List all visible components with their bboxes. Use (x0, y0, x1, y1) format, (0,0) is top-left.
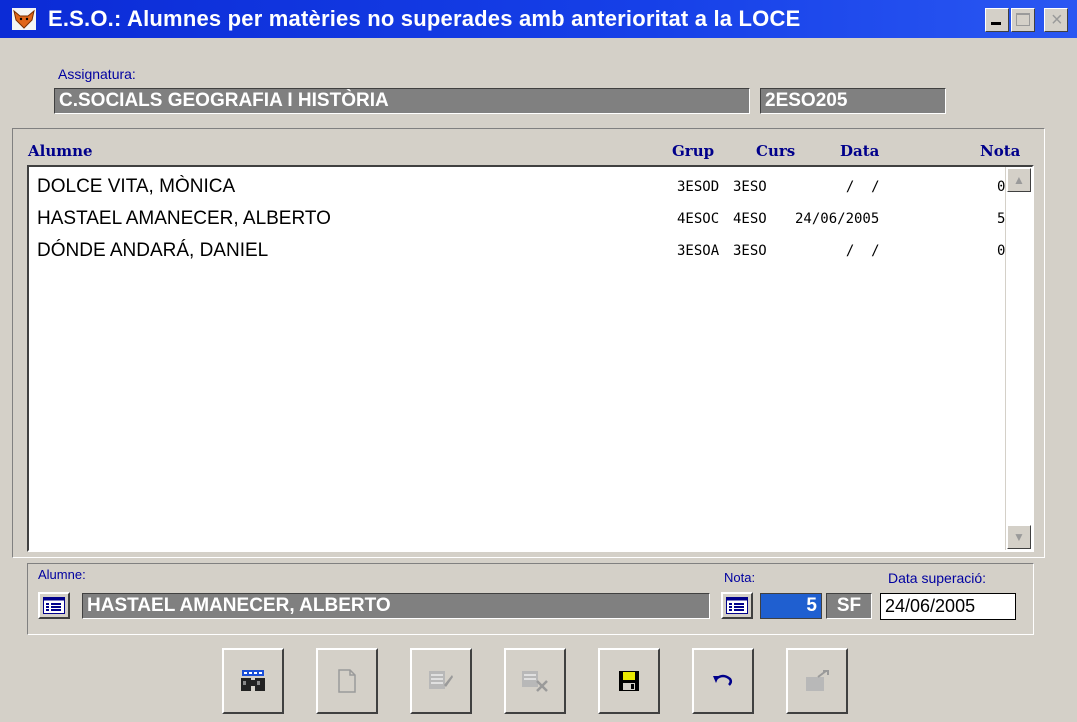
cell-grup: 3ESOD (677, 179, 720, 195)
nota-lookup-button[interactable] (721, 592, 753, 619)
data-superacio-label: Data superació: (888, 570, 987, 586)
maximize-button (1011, 8, 1035, 32)
table-row[interactable]: DÓNDE ANDARÁ, DANIEL 3ESOA 3ESO / / 0 (29, 233, 1009, 265)
new-document-icon (338, 669, 356, 693)
list-icon (726, 597, 748, 614)
students-list[interactable]: DOLCE VITA, MÒNICA 3ESOD 3ESO / / 0 HAST… (27, 165, 1034, 552)
cell-curs: 3ESO (733, 243, 767, 259)
maximize-icon (1016, 13, 1030, 26)
assignatura-name-field: C.SOCIALS GEOGRAFIA I HISTÒRIA (54, 88, 750, 114)
minimize-icon (991, 22, 1001, 25)
table-row[interactable]: DOLCE VITA, MÒNICA 3ESOD 3ESO / / 0 (29, 169, 1009, 201)
fox-app-icon (12, 8, 36, 30)
search-button[interactable] (222, 648, 284, 714)
nota-value-field[interactable]: 5 (760, 593, 822, 619)
cell-data: 24/06/2005 (795, 211, 880, 227)
cell-grup: 4ESOC (677, 211, 720, 227)
new-button (316, 648, 378, 714)
arrow-up-icon: ▲ (1013, 173, 1025, 187)
col-header-data: Data (840, 142, 880, 160)
cell-alumne: HASTAEL AMANECER, ALBERTO (37, 208, 331, 229)
scroll-down-button[interactable]: ▼ (1007, 525, 1031, 549)
col-header-nota: Nota (980, 142, 1021, 160)
binoculars-icon (241, 670, 265, 691)
delete-button (504, 648, 566, 714)
cell-data: / / (829, 179, 880, 195)
delete-icon (522, 671, 548, 692)
vertical-scrollbar[interactable]: ▲ ▼ (1005, 167, 1032, 550)
col-header-alumne: Alumne (28, 142, 93, 160)
assignatura-code-field: 2ESO205 (760, 88, 946, 114)
cell-curs: 4ESO (733, 211, 767, 227)
data-superacio-input[interactable]: 24/06/2005 (880, 593, 1016, 620)
exit-button (786, 648, 848, 714)
cell-alumne: DOLCE VITA, MÒNICA (37, 176, 236, 197)
exit-icon (806, 670, 829, 691)
close-button[interactable]: × (1044, 8, 1068, 32)
alumne-lookup-button[interactable] (38, 592, 70, 619)
cell-grup: 3ESOA (677, 243, 720, 259)
undo-button[interactable] (692, 648, 754, 714)
nota-label: Nota: (724, 570, 756, 585)
assignatura-label: Assignatura: (58, 66, 136, 82)
window-title: E.S.O.: Alumnes per matèries no superade… (48, 6, 801, 31)
save-floppy-icon (619, 671, 639, 691)
col-header-curs: Curs (756, 142, 796, 160)
alumne-label: Alumne: (38, 567, 86, 582)
list-icon (43, 597, 65, 614)
qualificacio-field: SF (826, 593, 872, 619)
cell-alumne: DÓNDE ANDARÁ, DANIEL (37, 240, 269, 261)
cell-data: / / (829, 243, 880, 259)
title-bar: E.S.O.: Alumnes per matèries no superade… (0, 0, 1077, 38)
cell-curs: 3ESO (733, 179, 767, 195)
scroll-up-button[interactable]: ▲ (1007, 168, 1031, 192)
undo-icon (713, 674, 733, 686)
arrow-down-icon: ▼ (1013, 530, 1025, 544)
alumne-field: HASTAEL AMANECER, ALBERTO (82, 593, 710, 619)
edit-button (410, 648, 472, 714)
minimize-button[interactable] (985, 8, 1009, 32)
edit-icon (429, 671, 453, 689)
save-button[interactable] (598, 648, 660, 714)
close-icon: × (1051, 9, 1063, 31)
table-row[interactable]: HASTAEL AMANECER, ALBERTO 4ESOC 4ESO 24/… (29, 201, 1009, 233)
col-header-grup: Grup (672, 142, 715, 160)
